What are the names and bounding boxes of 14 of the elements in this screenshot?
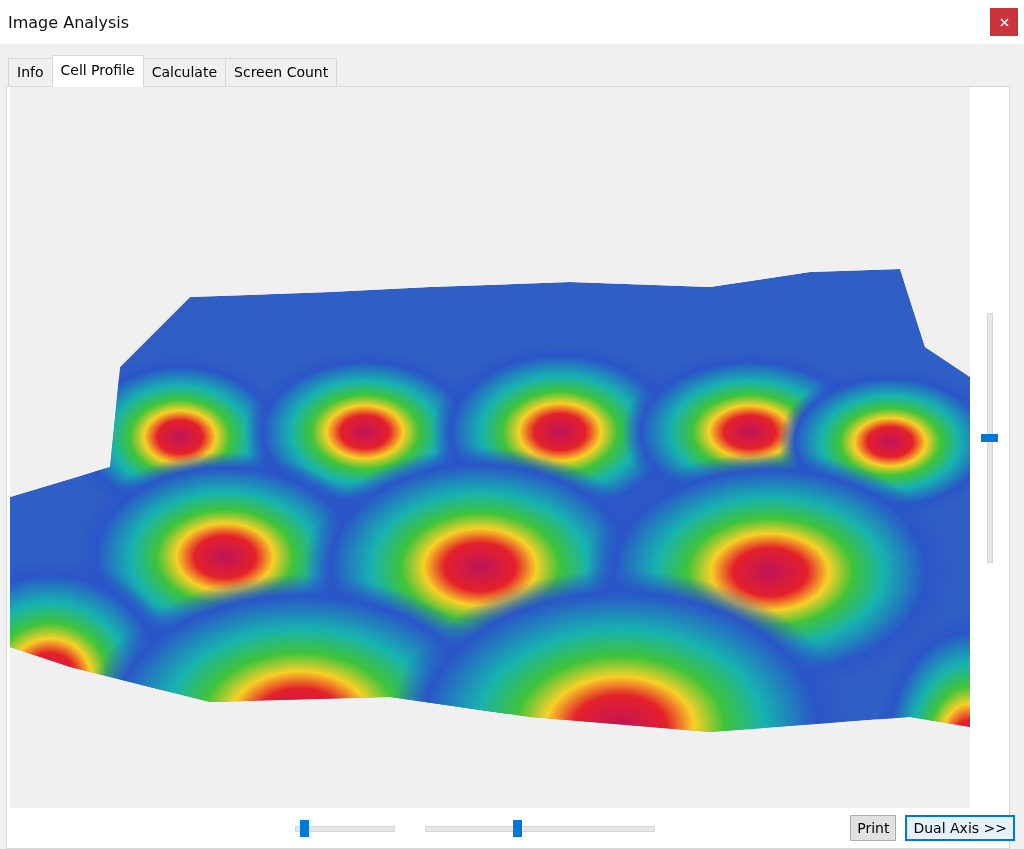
slider-thumb[interactable] <box>299 819 309 837</box>
slider-thumb[interactable] <box>981 433 998 442</box>
slider-track[interactable] <box>981 312 998 563</box>
close-icon <box>999 17 1009 27</box>
window-title: Image Analysis <box>8 12 130 32</box>
button[interactable]: Dual Axis >> <box>905 815 1015 841</box>
close-button[interactable] <box>990 8 1018 36</box>
slider-track[interactable] <box>295 819 395 837</box>
button[interactable]: Print <box>850 815 897 841</box>
tab[interactable]: Screen Count <box>225 58 338 86</box>
slider-track[interactable] <box>425 819 655 837</box>
tab[interactable]: Info <box>8 58 53 86</box>
slider-thumb[interactable] <box>513 819 523 837</box>
tab[interactable]: Cell Profile <box>51 55 144 87</box>
